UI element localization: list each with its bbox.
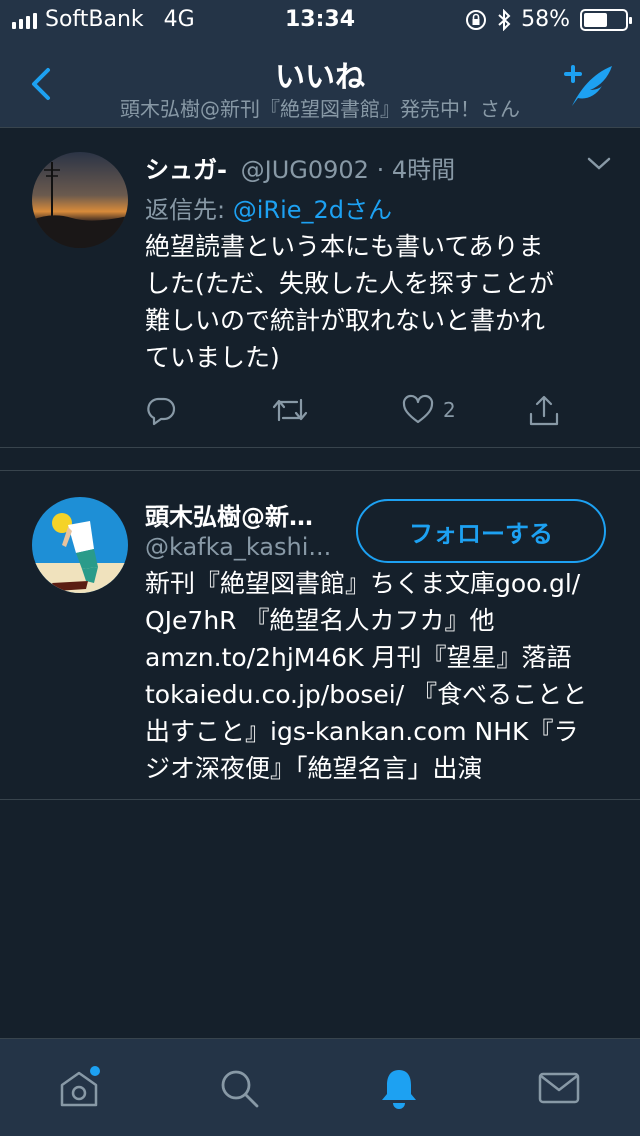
chevron-down-icon[interactable] — [586, 156, 612, 172]
battery-icon — [580, 8, 632, 31]
user-card[interactable]: 頭木弘樹@新… @kafka_kashi... フォローする 新刊『絶望図書館』… — [0, 470, 640, 800]
bluetooth-icon — [498, 8, 511, 31]
reply-button[interactable] — [145, 394, 177, 426]
user-bio: 新刊『絶望図書館』ちくま文庫goo.gl/ QJe7hR 『絶望名人カフカ』他 … — [145, 565, 608, 787]
share-icon — [529, 395, 559, 426]
retweet-icon — [272, 398, 308, 422]
avatar[interactable] — [32, 152, 128, 248]
bio-line: 出すこと』igs-kankan.com NHK『ラ — [145, 717, 579, 746]
tweet-card[interactable]: シュガ- @JUG0902 · 4時間 返信先: @iRie_2dさん 絶望読書… — [0, 128, 640, 448]
reply-icon — [147, 397, 176, 426]
page-title: いいね — [275, 60, 365, 95]
share-button[interactable] — [527, 394, 561, 428]
tweet-actions: 2 — [145, 394, 575, 428]
bio-line: ジオ深夜便』「絶望名言」出演 — [145, 754, 483, 783]
compose-quill-icon[interactable] — [558, 60, 618, 110]
user-handle[interactable]: @kafka_kashi... — [145, 533, 345, 561]
retweet-button[interactable] — [271, 394, 309, 426]
reply-to-link[interactable]: @iRie_2dさん — [233, 196, 392, 224]
tab-bar — [0, 1038, 640, 1136]
tweet-header: シュガ- @JUG0902 · 4時間 — [145, 150, 455, 185]
status-bar: SoftBank 4G 13:34 58% — [0, 0, 640, 40]
nav-header: いいね 頭木弘樹@新刊『絶望図書館』発売中！さん — [0, 40, 640, 128]
tweet-text-line: ていました) — [145, 343, 280, 372]
messages-envelope-icon[interactable] — [536, 1065, 582, 1111]
like-button[interactable]: 2 — [401, 394, 456, 426]
home-icon[interactable] — [56, 1065, 102, 1111]
notifications-bell-icon[interactable] — [376, 1065, 422, 1111]
tweet-text-line: 絶望読書という本にも書いてありま — [145, 232, 544, 261]
page-subtitle: 頭木弘樹@新刊『絶望図書館』発売中！さん — [120, 97, 520, 121]
bio-line: tokaiedu.co.jp/bosei/ 『食べることと — [145, 680, 588, 709]
bio-line: 新刊『絶望図書館』ちくま文庫goo.gl/ — [145, 569, 581, 598]
battery-percent: 58% — [521, 7, 570, 32]
search-icon[interactable] — [216, 1065, 262, 1111]
like-count: 2 — [443, 398, 456, 422]
user-name[interactable]: 頭木弘樹@新… — [145, 497, 345, 532]
separator-dot: · — [376, 156, 385, 184]
reply-to-line: 返信先: @iRie_2dさん — [145, 190, 392, 225]
author-handle[interactable]: @JUG0902 — [241, 156, 369, 184]
tweet-text: 絶望読書という本にも書いてありま した(ただ、失敗した人を探すことが 難しいので… — [145, 228, 608, 376]
tweet-time: 4時間 — [391, 156, 456, 184]
bio-line: amzn.to/2hjM46K 月刊『望星』落語 — [145, 643, 572, 672]
avatar[interactable] — [32, 497, 128, 593]
rotation-lock-icon — [466, 9, 487, 30]
tweet-text-line: 難しいので統計が取れないと書かれ — [145, 306, 546, 335]
reply-prefix: 返信先: — [145, 196, 233, 224]
follow-button[interactable]: フォローする — [356, 499, 606, 563]
author-name[interactable]: シュガ- — [145, 156, 227, 184]
tweet-text-line: した(ただ、失敗した人を探すことが — [145, 269, 555, 298]
bio-line: QJe7hR 『絶望名人カフカ』他 — [145, 606, 495, 635]
heart-icon — [402, 394, 434, 424]
